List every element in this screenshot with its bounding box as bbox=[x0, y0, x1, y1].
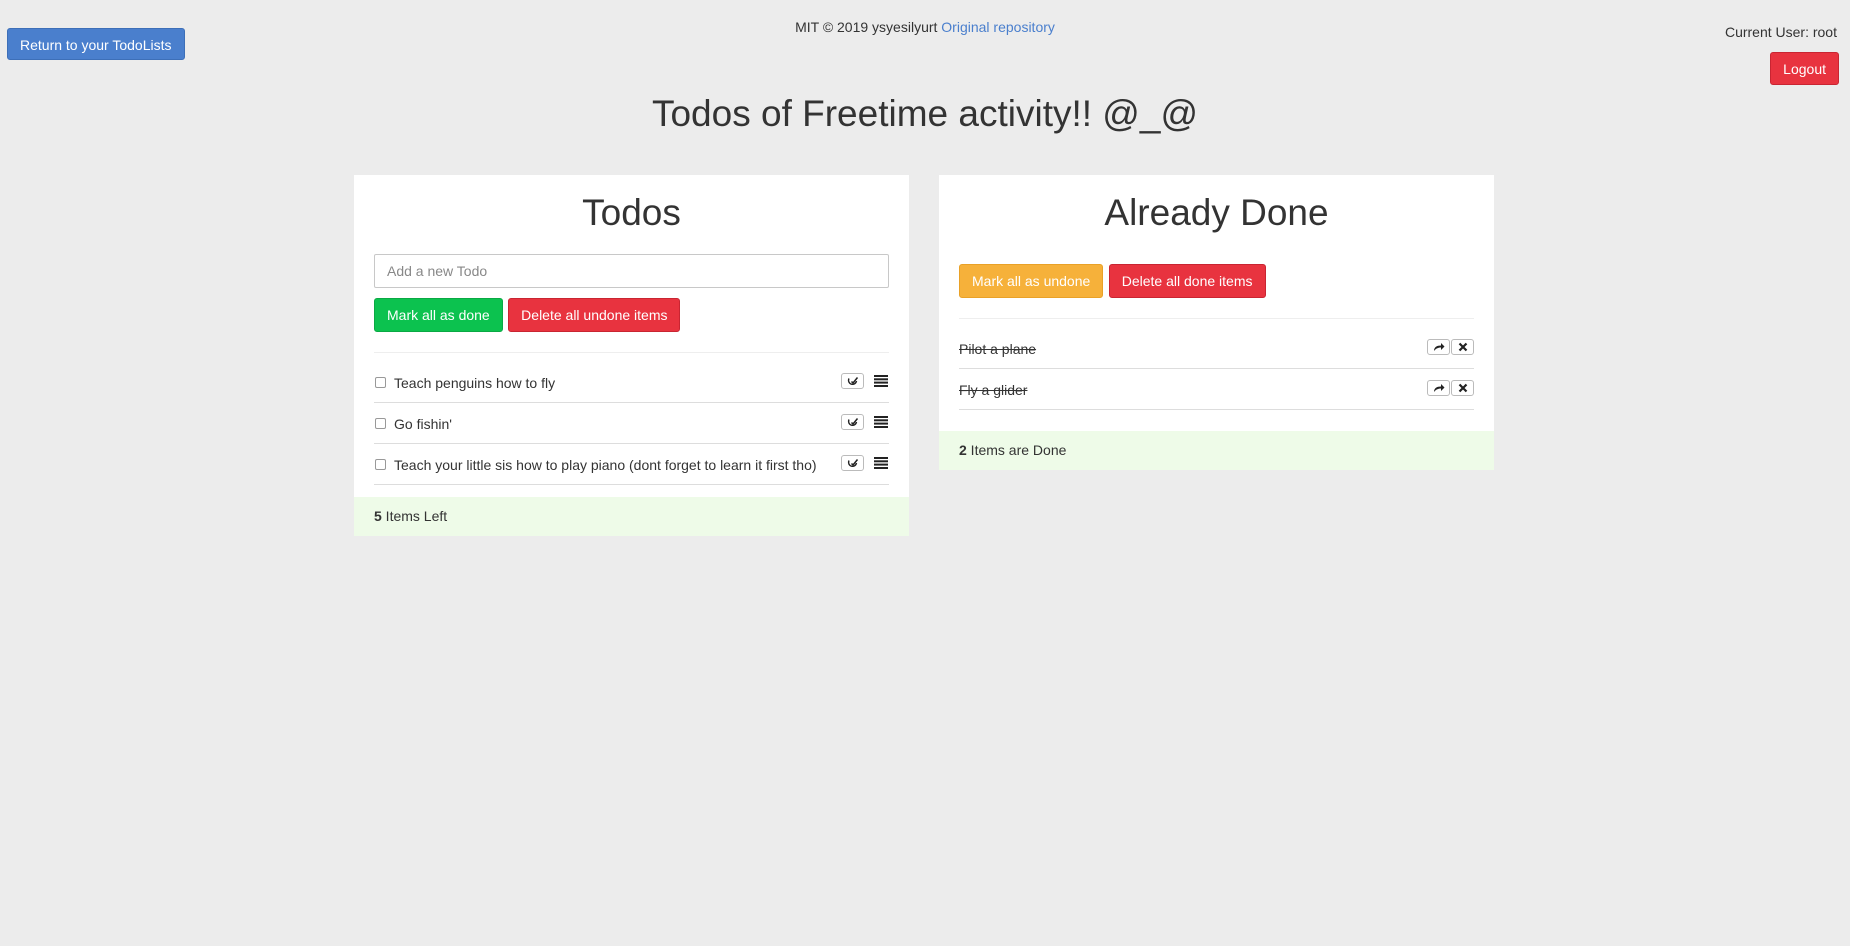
todo-checkbox[interactable] bbox=[375, 459, 386, 470]
edit-icon[interactable] bbox=[841, 373, 864, 389]
credit-line: MIT © 2019 ysyesilyurt Original reposito… bbox=[0, 19, 1850, 35]
items-done-count: 2 bbox=[959, 442, 967, 458]
todo-checkbox[interactable] bbox=[375, 377, 386, 388]
todo-item-label: Teach penguins how to fly bbox=[394, 375, 556, 391]
done-action-row: Mark all as undone Delete all done items bbox=[959, 264, 1267, 298]
original-repository-link[interactable]: Original repository bbox=[941, 19, 1055, 35]
divider bbox=[374, 352, 889, 353]
page-title: Todos of Freetime activity!! @_@ bbox=[651, 93, 1199, 134]
todos-panel: Todos Mark all as done Delete all undone… bbox=[354, 175, 909, 536]
mark-all-undone-button[interactable]: Mark all as undone bbox=[959, 264, 1104, 298]
items-done-text: Items are Done bbox=[966, 442, 1067, 458]
items-done-footer: 2 Items are Done bbox=[939, 431, 1494, 470]
items-left-count: 5 bbox=[374, 508, 382, 524]
credit-text: MIT © 2019 ysyesilyurt bbox=[795, 19, 938, 35]
todos-action-row: Mark all as done Delete all undone items bbox=[374, 298, 681, 332]
close-icon[interactable] bbox=[1451, 380, 1474, 396]
add-todo-input[interactable] bbox=[374, 254, 889, 288]
reorder-icon[interactable] bbox=[873, 373, 889, 389]
reorder-icon[interactable] bbox=[873, 414, 889, 430]
divider bbox=[959, 318, 1474, 319]
todo-item-label: Go fishin' bbox=[394, 416, 452, 432]
todos-title: Todos bbox=[582, 192, 681, 233]
edit-icon[interactable] bbox=[841, 414, 864, 430]
done-title: Already Done bbox=[1104, 192, 1329, 233]
done-item: Pilot a plane bbox=[959, 329, 1474, 369]
mark-all-done-button[interactable]: Mark all as done bbox=[374, 298, 503, 332]
done-item: Fly a glider bbox=[959, 370, 1474, 410]
share-arrow-icon[interactable] bbox=[1427, 339, 1450, 355]
items-left-footer: 5 Items Left bbox=[354, 497, 909, 536]
delete-all-done-button[interactable]: Delete all done items bbox=[1108, 264, 1266, 298]
done-panel: Already Done Mark all as undone Delete a… bbox=[939, 175, 1494, 470]
done-item-label: Pilot a plane bbox=[959, 341, 1037, 357]
delete-all-undone-button[interactable]: Delete all undone items bbox=[508, 298, 681, 332]
todo-item: Teach penguins how to fly bbox=[374, 363, 889, 403]
items-left-text: Items Left bbox=[381, 508, 448, 524]
share-arrow-icon[interactable] bbox=[1427, 380, 1450, 396]
todo-checkbox[interactable] bbox=[375, 418, 386, 429]
reorder-icon[interactable] bbox=[873, 455, 889, 471]
todo-item: Teach your little sis how to play piano … bbox=[374, 445, 889, 485]
close-icon[interactable] bbox=[1451, 339, 1474, 355]
todo-item-label: Teach your little sis how to play piano … bbox=[394, 457, 817, 473]
done-item-label: Fly a glider bbox=[959, 382, 1028, 398]
edit-icon[interactable] bbox=[841, 455, 864, 471]
current-user-label: Current User: root bbox=[1724, 24, 1837, 40]
logout-button[interactable]: Logout bbox=[1770, 52, 1839, 85]
todo-item: Go fishin' bbox=[374, 404, 889, 444]
